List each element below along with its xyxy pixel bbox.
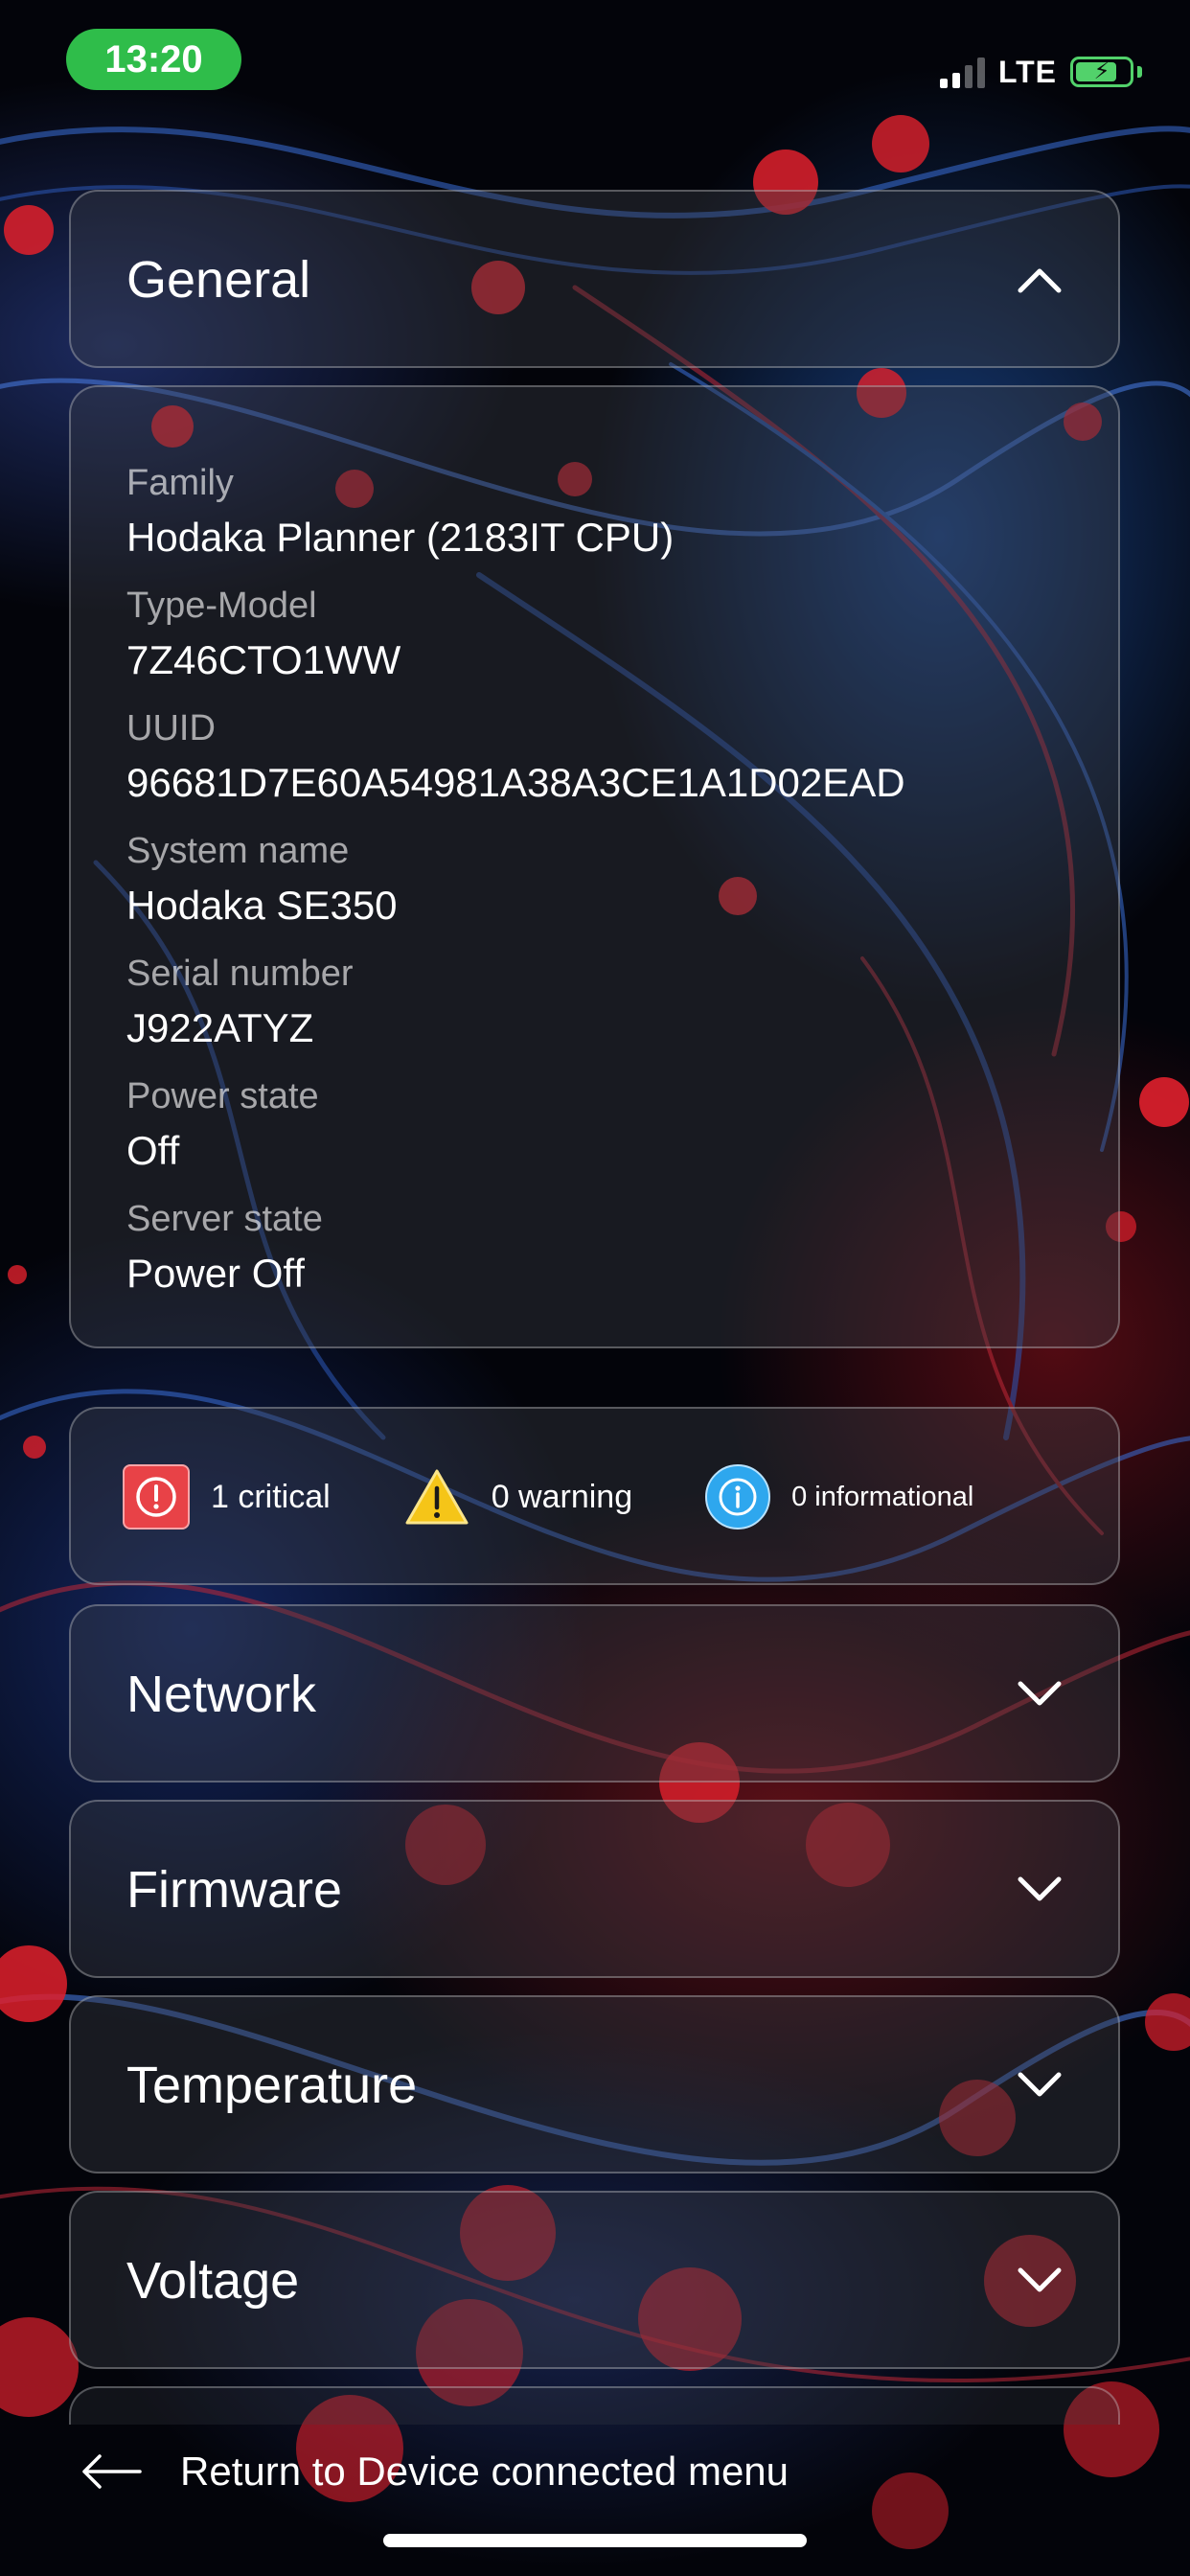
chevron-up-icon — [1018, 268, 1062, 293]
field-label: Family — [126, 463, 234, 503]
field-server-state: Server state Power Off — [126, 1192, 1063, 1301]
return-link-label: Return to Device connected menu — [180, 2449, 790, 2494]
critical-alerts[interactable]: 1 critical — [123, 1464, 331, 1530]
section-title-voltage: Voltage — [126, 2252, 300, 2310]
field-value: Power Off — [126, 1251, 305, 1296]
arrow-left-icon — [82, 2454, 142, 2489]
field-label: UUID — [126, 708, 216, 748]
field-value: 96681D7E60A54981A38A3CE1A1D02EAD — [126, 760, 905, 805]
critical-count: 1 critical — [211, 1478, 331, 1515]
critical-alert-icon — [123, 1464, 190, 1530]
section-title-network: Network — [126, 1666, 317, 1723]
field-power-state: Power state Off — [126, 1070, 1063, 1179]
warning-triangle-icon — [405, 1469, 469, 1525]
field-label: System name — [126, 831, 350, 871]
field-value: Hodaka SE350 — [126, 883, 398, 928]
chevron-down-icon — [1018, 2072, 1062, 2097]
field-value: Off — [126, 1128, 180, 1173]
section-title-firmware: Firmware — [126, 1861, 342, 1919]
field-label: Server state — [126, 1199, 323, 1239]
home-indicator[interactable] — [383, 2534, 807, 2547]
temperature-section-header[interactable]: Temperature — [69, 1995, 1120, 2174]
battery-charging-icon: ⚡ — [1070, 57, 1133, 87]
informational-count: 0 informational — [791, 1481, 974, 1512]
chevron-down-icon — [1018, 2267, 1062, 2292]
info-circle-icon — [705, 1464, 771, 1530]
field-uuid: UUID 96681D7E60A54981A38A3CE1A1D02EAD — [126, 702, 1063, 811]
firmware-section-header[interactable]: Firmware — [69, 1800, 1120, 1978]
chevron-down-icon — [1018, 1876, 1062, 1901]
field-system-name: System name Hodaka SE350 — [126, 824, 1063, 933]
section-title-general: General — [126, 251, 311, 309]
next-section-edge — [69, 2386, 1120, 2425]
return-to-device-menu-link[interactable]: Return to Device connected menu — [80, 2449, 789, 2495]
chevron-down-icon — [1018, 1681, 1062, 1706]
field-value: 7Z46CTO1WW — [126, 637, 401, 682]
general-details-panel: Family Hodaka Planner (2183IT CPU) Type-… — [69, 385, 1120, 1348]
field-value: Hodaka Planner (2183IT CPU) — [126, 515, 675, 560]
field-value: J922ATYZ — [126, 1005, 314, 1050]
general-section-header[interactable]: General — [69, 190, 1120, 368]
network-type-label: LTE — [997, 54, 1057, 89]
warning-count: 0 warning — [491, 1478, 633, 1515]
field-label: Type-Model — [126, 586, 317, 626]
network-section-header[interactable]: Network — [69, 1604, 1120, 1782]
status-bar-time: 13:20 — [66, 29, 241, 90]
informational-alerts[interactable]: 0 informational — [705, 1464, 973, 1530]
alerts-summary-panel[interactable]: 1 critical 0 warning 0 informational — [69, 1407, 1120, 1585]
field-label: Power state — [126, 1076, 319, 1116]
cellular-signal-icon — [939, 56, 985, 88]
section-title-temperature: Temperature — [126, 2057, 418, 2114]
field-serial-number: Serial number J922ATYZ — [126, 947, 1063, 1056]
field-family: Family Hodaka Planner (2183IT CPU) — [126, 456, 1063, 565]
field-type-model: Type-Model 7Z46CTO1WW — [126, 579, 1063, 688]
status-bar-indicators: LTE ⚡ — [939, 48, 1142, 96]
voltage-section-header[interactable]: Voltage — [69, 2191, 1120, 2369]
warning-alerts[interactable]: 0 warning — [403, 1467, 632, 1527]
field-label: Serial number — [126, 954, 354, 994]
